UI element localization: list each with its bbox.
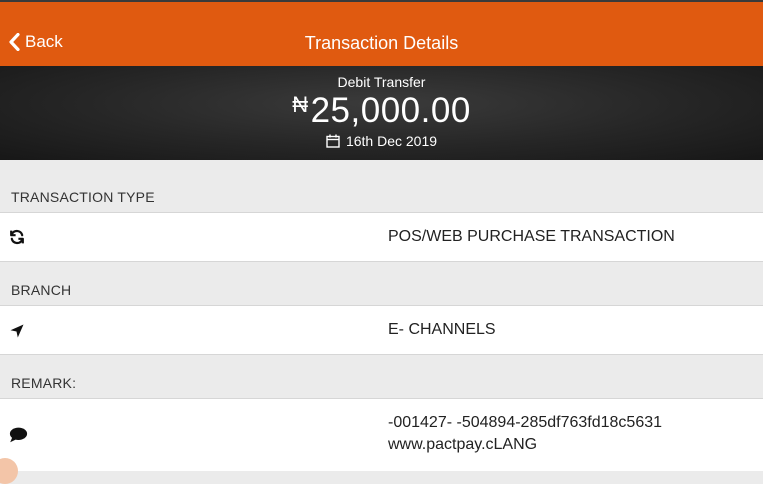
date-value: 16th Dec 2019 <box>345 133 438 149</box>
remark-line-1: -001427- -504894-285df763fd18c5631 <box>388 414 663 431</box>
calendar-icon <box>326 134 340 148</box>
transaction-amount: ₦25,000.00 <box>0 91 763 131</box>
transaction-date: 16th Dec 2019 <box>0 133 763 149</box>
transaction-type-label: TRANSACTION TYPE <box>11 189 155 205</box>
page-title: Transaction Details <box>304 33 459 53</box>
remark-row: -001427- -504894-285df763fd18c5631 www.p… <box>0 398 763 471</box>
remark-line-2: www.pactpay.cLANG <box>388 436 538 453</box>
comment-icon <box>9 427 28 443</box>
transaction-type-row: POS/WEB PURCHASE TRANSACTION <box>0 212 763 262</box>
transaction-direction: Debit Transfer <box>337 74 426 90</box>
location-arrow-icon <box>10 324 24 338</box>
amount-value: 25,000.00 <box>310 91 471 130</box>
currency-symbol: ₦ <box>292 92 309 117</box>
branch-label: BRANCH <box>11 282 72 298</box>
transaction-type-value: POS/WEB PURCHASE TRANSACTION <box>388 228 675 245</box>
transaction-summary: Debit Transfer ₦25,000.00 16th Dec 2019 <box>0 66 763 160</box>
remark-value: -001427- -504894-285df763fd18c5631 www.p… <box>388 412 662 456</box>
refresh-icon <box>10 229 24 245</box>
branch-row: E- CHANNELS <box>0 305 763 355</box>
remark-label: REMARK: <box>11 375 77 391</box>
branch-value: E- CHANNELS <box>388 321 496 338</box>
app-header: Back Transaction Details <box>0 0 763 66</box>
